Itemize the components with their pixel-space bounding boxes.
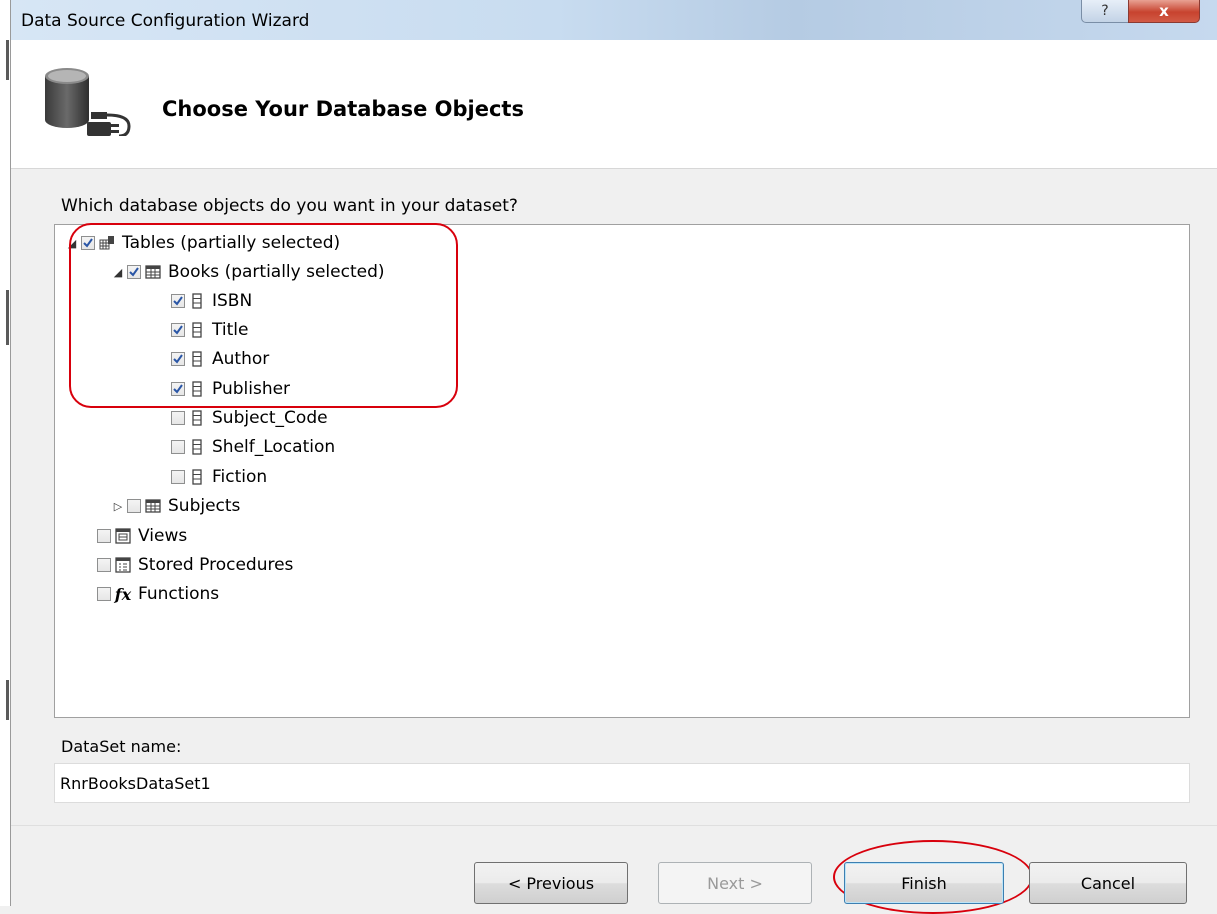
views-icon <box>114 527 132 545</box>
table-icon <box>144 497 162 515</box>
window-title: Data Source Configuration Wizard <box>21 11 310 31</box>
tree-node-stored-procedures[interactable]: Stored Procedures <box>97 551 293 579</box>
checkbox-tables[interactable] <box>81 236 95 250</box>
checkbox-isbn[interactable] <box>171 294 185 308</box>
dataset-name-input[interactable] <box>54 763 1190 803</box>
tree-node-column[interactable]: Fiction <box>171 463 267 491</box>
tree-prompt-label: Which database objects do you want in yo… <box>61 196 518 216</box>
close-icon: x <box>1159 2 1169 20</box>
column-icon <box>188 468 206 486</box>
finish-button[interactable]: Finish <box>844 862 1004 904</box>
database-plug-icon <box>45 68 131 136</box>
wizard-header: Choose Your Database Objects <box>11 40 1217 169</box>
tree-node-tables[interactable]: ◢ Tables (partially selected) <box>65 229 340 257</box>
tree-node-label: Title <box>212 320 249 340</box>
tree-node-column[interactable]: Publisher <box>171 375 290 403</box>
checkbox-books[interactable] <box>127 265 141 279</box>
help-button[interactable]: ? <box>1081 0 1129 23</box>
help-icon: ? <box>1101 3 1109 19</box>
checkbox-title[interactable] <box>171 323 185 337</box>
checkbox-subjects[interactable] <box>127 499 141 513</box>
tree-node-label: Publisher <box>212 379 291 399</box>
previous-button[interactable]: < Previous <box>474 862 628 904</box>
tree-node-column[interactable]: Subject_Code <box>171 404 328 432</box>
close-button[interactable]: x <box>1128 0 1200 23</box>
checkbox-subject-code[interactable] <box>171 411 185 425</box>
tree-node-functions[interactable]: fx Functions <box>97 580 219 608</box>
checkbox-stored-procedures[interactable] <box>97 558 111 572</box>
cancel-button[interactable]: Cancel <box>1029 862 1187 904</box>
column-icon <box>188 350 206 368</box>
tree-node-column[interactable]: Shelf_Location <box>171 433 335 461</box>
tree-node-label: Functions <box>138 584 220 604</box>
wizard-window: Data Source Configuration Wizard ? x Cho… <box>11 0 1217 914</box>
tree-node-label: Subject_Code <box>212 408 328 428</box>
tree-node-label: Subjects <box>168 496 241 516</box>
collapse-arrow-icon[interactable]: ◢ <box>65 237 79 250</box>
column-icon <box>188 380 206 398</box>
tree-node-label: Views <box>138 526 188 546</box>
tree-node-label: Author <box>212 349 270 369</box>
title-bar[interactable]: Data Source Configuration Wizard ? x <box>11 0 1217 40</box>
page-title: Choose Your Database Objects <box>162 97 524 121</box>
checkbox-views[interactable] <box>97 529 111 543</box>
footer-divider <box>11 825 1217 826</box>
tree-node-column[interactable]: ISBN <box>171 287 252 315</box>
column-icon <box>188 438 206 456</box>
tree-node-subjects[interactable]: ▷ Subjects <box>111 492 241 520</box>
tree-node-views[interactable]: Views <box>97 522 187 550</box>
tree-node-label: Shelf_Location <box>212 437 336 457</box>
column-icon <box>188 409 206 427</box>
next-button[interactable]: Next > <box>658 862 812 904</box>
table-icon <box>144 263 162 281</box>
tree-node-label: Books (partially selected) <box>168 262 385 282</box>
stored-procedure-icon <box>114 556 132 574</box>
column-icon <box>188 321 206 339</box>
expand-arrow-icon[interactable]: ▷ <box>111 500 125 513</box>
collapse-arrow-icon[interactable]: ◢ <box>111 266 125 279</box>
dataset-name-label: DataSet name: <box>61 737 182 756</box>
checkbox-fiction[interactable] <box>171 470 185 484</box>
tree-node-label: Stored Procedures <box>138 555 294 575</box>
tree-node-column[interactable]: Title <box>171 316 248 344</box>
tree-node-column[interactable]: Author <box>171 345 269 373</box>
column-icon <box>188 292 206 310</box>
tree-node-label: Tables (partially selected) <box>122 233 341 253</box>
tree-node-label: ISBN <box>212 291 253 311</box>
tree-node-books[interactable]: ◢ Books (partially selected) <box>111 258 385 286</box>
background-window-edge <box>0 0 11 906</box>
function-icon: fx <box>114 584 132 604</box>
checkbox-functions[interactable] <box>97 587 111 601</box>
database-objects-tree[interactable]: ◢ Tables (partially selected) ◢ Books (p… <box>54 224 1190 718</box>
checkbox-shelf-location[interactable] <box>171 440 185 454</box>
checkbox-author[interactable] <box>171 352 185 366</box>
tables-icon <box>98 234 116 252</box>
checkbox-publisher[interactable] <box>171 382 185 396</box>
tree-node-label: Fiction <box>212 467 268 487</box>
